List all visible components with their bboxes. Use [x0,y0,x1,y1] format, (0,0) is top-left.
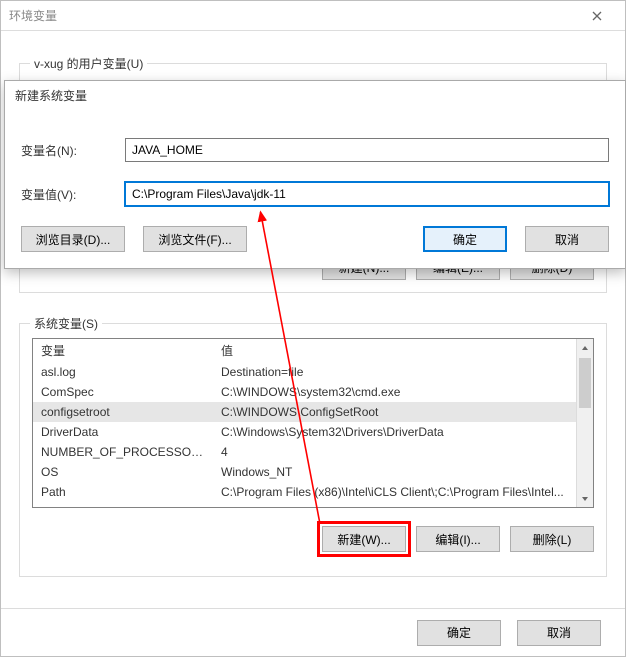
var-name-label: 变量名(N): [21,142,109,159]
col-value-header[interactable]: 值 [213,339,593,362]
var-name-cell: OS [33,462,213,482]
new-system-variable-dialog: 新建系统变量 变量名(N): 变量值(V): 浏览目录(D)... 浏览文件(F… [4,80,626,269]
new-ok-button[interactable]: 确定 [423,226,507,252]
var-value-row: 变量值(V): [21,182,609,206]
scroll-up-icon[interactable] [577,339,593,356]
new-dialog-title: 新建系统变量 [5,81,625,112]
var-value-cell: C:\WINDOWS\system32\cmd.exe [213,382,593,402]
system-edit-button[interactable]: 编辑(I)... [416,526,500,552]
system-vars-actions: 新建(W)... 编辑(I)... 删除(L) [20,518,606,564]
system-vars-scrollbar[interactable] [576,339,593,507]
env-ok-button[interactable]: 确定 [417,620,501,646]
var-value-input[interactable] [125,182,609,206]
table-row[interactable]: NUMBER_OF_PROCESSORS4 [33,442,593,462]
var-name-cell: ComSpec [33,382,213,402]
var-name-cell: configsetroot [33,402,213,422]
system-vars-group: 系统变量(S) 变量 值 asl.logDestination=fileComS… [19,323,607,577]
table-row[interactable]: PathC:\Program Files (x86)\Intel\iCLS Cl… [33,482,593,502]
system-new-button[interactable]: 新建(W)... [322,526,406,552]
var-value-cell: Windows_NT [213,462,593,482]
col-name-header[interactable]: 变量 [33,339,213,362]
system-vars-table-wrap: 变量 值 asl.logDestination=fileComSpecC:\WI… [32,338,594,508]
table-row[interactable]: configsetrootC:\WINDOWS\ConfigSetRoot [33,402,593,422]
var-value-cell: Destination=file [213,362,593,382]
close-icon[interactable] [577,5,617,27]
table-row[interactable]: asl.logDestination=file [33,362,593,382]
var-name-row: 变量名(N): [21,138,609,162]
var-name-cell: Path [33,482,213,502]
var-name-input[interactable] [125,138,609,162]
scroll-thumb[interactable] [579,358,591,408]
env-cancel-button[interactable]: 取消 [517,620,601,646]
system-delete-button[interactable]: 删除(L) [510,526,594,552]
new-cancel-button[interactable]: 取消 [525,226,609,252]
var-name-cell: asl.log [33,362,213,382]
new-dialog-buttons: 浏览目录(D)... 浏览文件(F)... 确定 取消 [21,226,609,252]
table-row[interactable]: OSWindows_NT [33,462,593,482]
system-vars-legend: 系统变量(S) [30,315,102,332]
var-value-cell: C:\Windows\System32\Drivers\DriverData [213,422,593,442]
env-titlebar: 环境变量 [1,1,625,31]
var-value-cell: 4 [213,442,593,462]
browse-file-button[interactable]: 浏览文件(F)... [143,226,247,252]
var-value-cell: C:\Program Files (x86)\Intel\iCLS Client… [213,482,593,502]
user-vars-legend: v-xug 的用户变量(U) [30,55,147,72]
browse-dir-button[interactable]: 浏览目录(D)... [21,226,125,252]
var-name-cell: NUMBER_OF_PROCESSORS [33,442,213,462]
table-row[interactable]: ComSpecC:\WINDOWS\system32\cmd.exe [33,382,593,402]
system-vars-table[interactable]: 变量 值 asl.logDestination=fileComSpecC:\WI… [33,339,593,502]
var-value-label: 变量值(V): [21,186,109,203]
scroll-down-icon[interactable] [577,490,593,507]
var-name-cell: DriverData [33,422,213,442]
env-bottombar: 确定 取消 [1,608,625,656]
table-row[interactable]: DriverDataC:\Windows\System32\Drivers\Dr… [33,422,593,442]
env-title: 环境变量 [9,7,57,24]
var-value-cell: C:\WINDOWS\ConfigSetRoot [213,402,593,422]
